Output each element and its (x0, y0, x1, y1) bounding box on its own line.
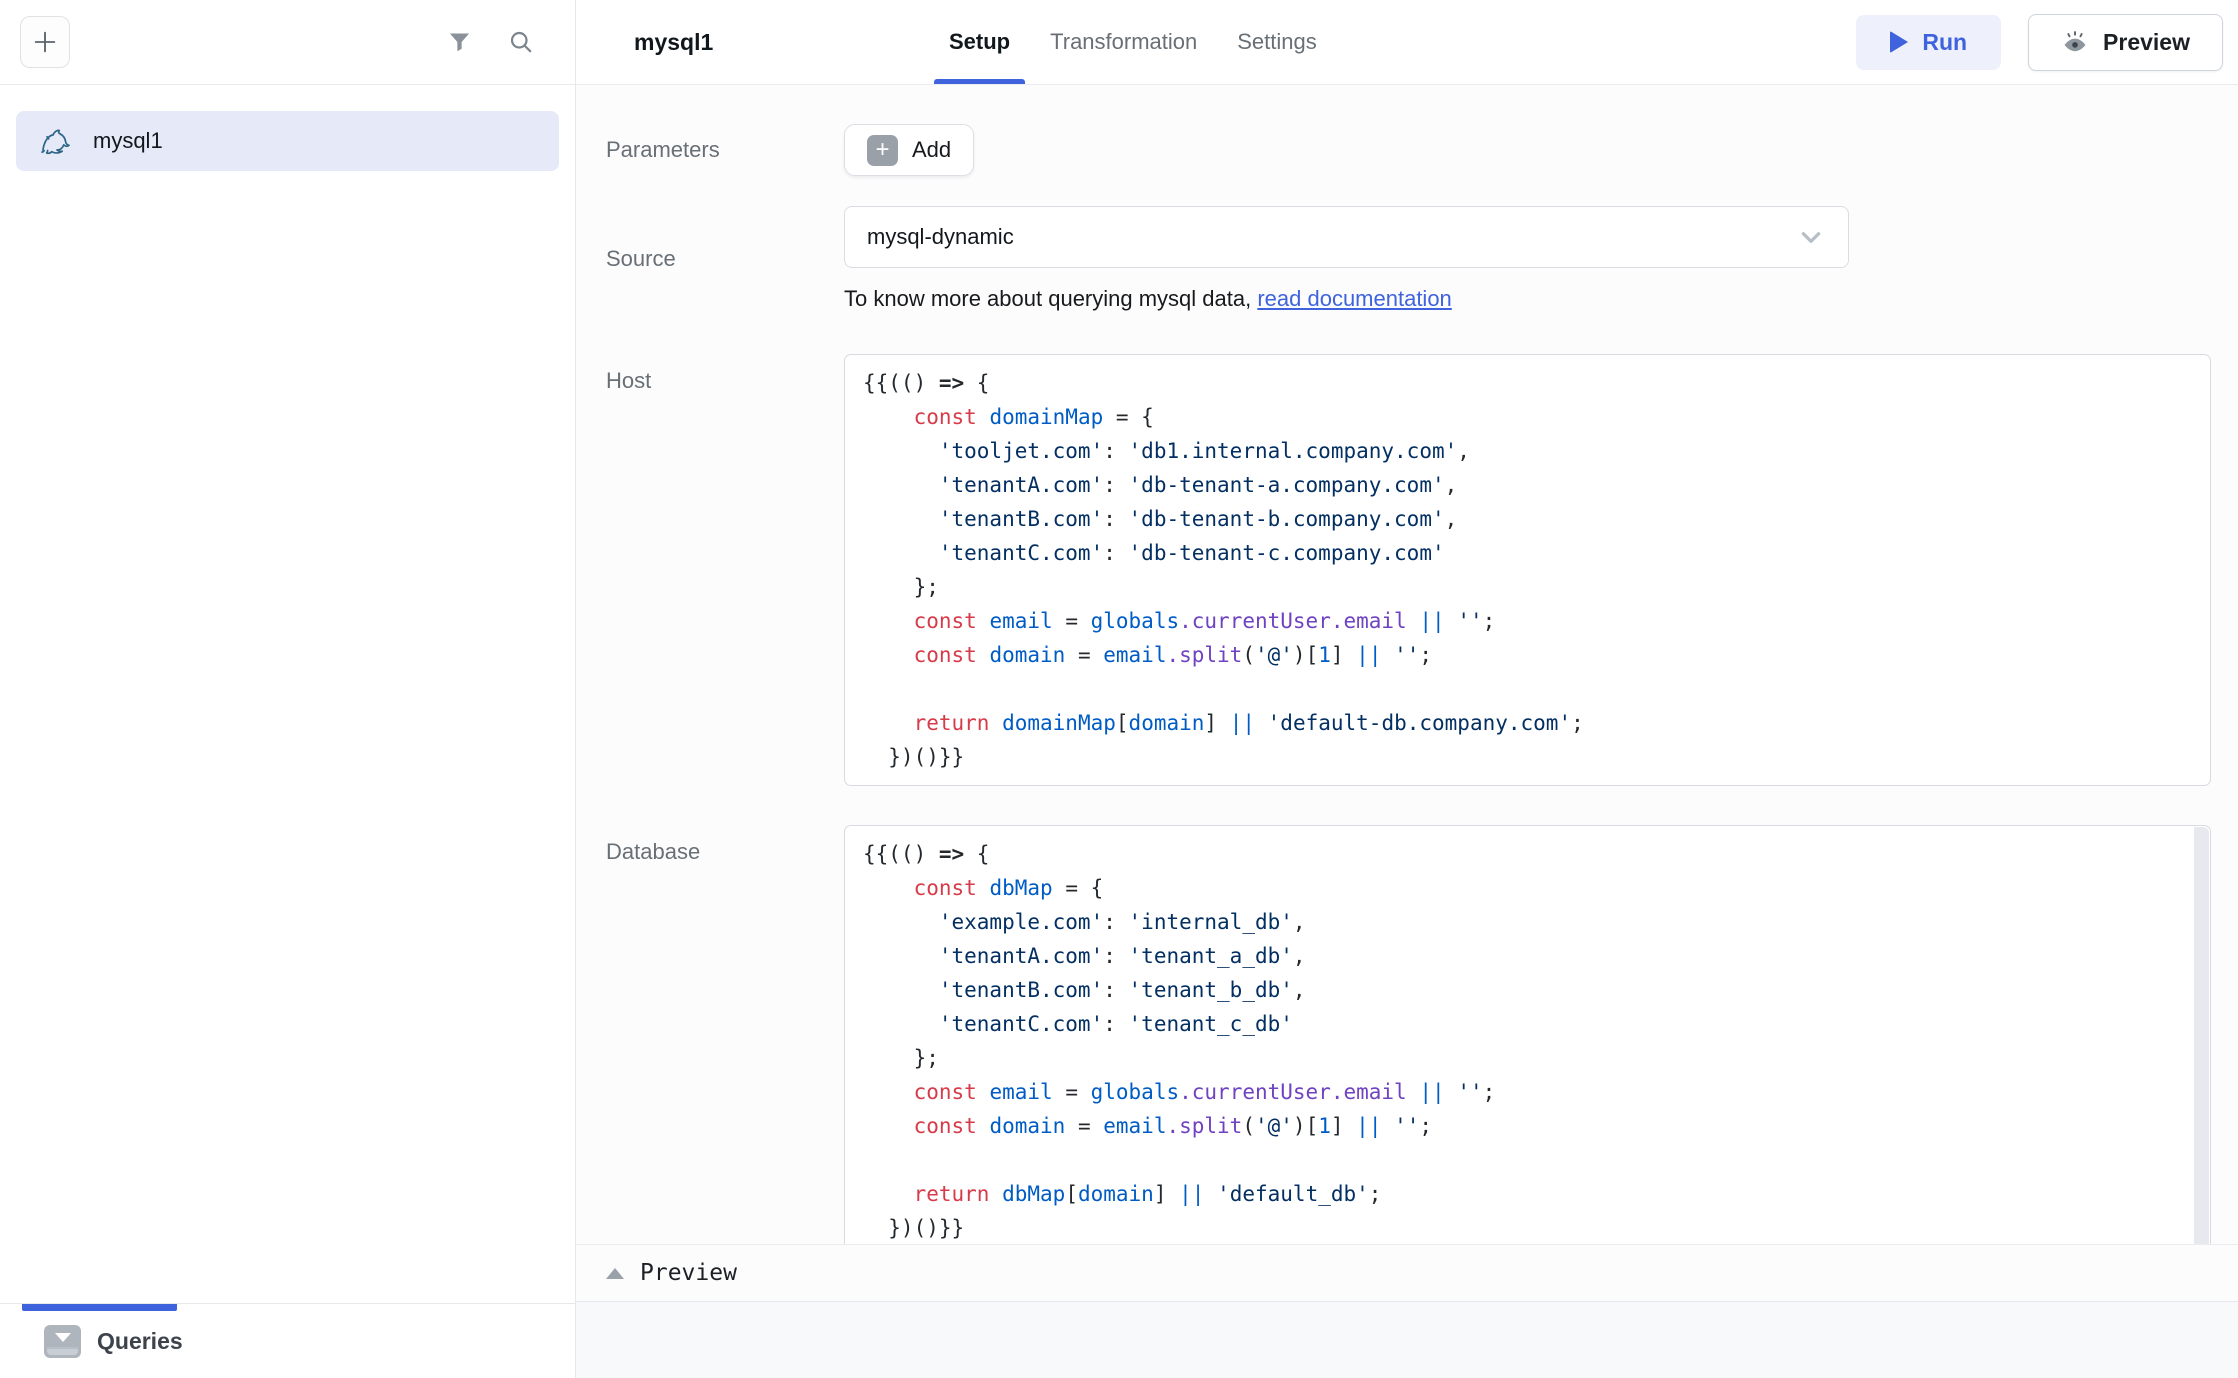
tab-setup[interactable]: Setup (934, 0, 1025, 84)
preview-button[interactable]: Preview (2028, 14, 2223, 71)
queries-panel-icon (44, 1325, 81, 1358)
plus-icon (31, 28, 59, 56)
preview-section-label: Preview (640, 1260, 737, 1286)
database-code-editor[interactable]: {{(() => { const dbMap = { 'example.com'… (844, 825, 2211, 1244)
query-editor-panel: mysql1 Setup Transformation Settings Run (576, 0, 2238, 1378)
chevron-up-icon (606, 1268, 624, 1279)
source-select-value: mysql-dynamic (867, 224, 1014, 250)
parameters-label: Parameters (606, 137, 844, 163)
panel-footer: Queries (0, 1303, 575, 1378)
query-list-item-mysql1[interactable]: mysql1 (16, 111, 559, 171)
mysql-dolphin-icon (38, 123, 75, 160)
setup-form: Parameters + Add Source mysql-dynamic (576, 85, 2238, 1244)
host-row: Host {{(() => { const domainMap = { 'too… (606, 354, 2210, 786)
query-editor-header: mysql1 Setup Transformation Settings Run (576, 0, 2238, 85)
host-label: Host (606, 354, 844, 394)
queries-panel-toggle[interactable]: Queries (44, 1325, 183, 1358)
database-row: Database {{(() => { const dbMap = { 'exa… (606, 825, 2210, 1244)
source-label: Source (606, 246, 844, 272)
run-button[interactable]: Run (1856, 15, 2001, 70)
plus-icon: + (867, 135, 898, 166)
search-icon[interactable] (501, 22, 541, 62)
header-actions: Run Preview (1856, 14, 2223, 71)
source-row: Source mysql-dynamic To know more about … (606, 206, 2210, 312)
tab-transformation[interactable]: Transformation (1035, 0, 1212, 84)
preview-section-body (576, 1302, 2238, 1378)
add-parameter-button[interactable]: + Add (844, 124, 974, 176)
query-item-label: mysql1 (93, 128, 163, 154)
chevron-down-icon (1798, 224, 1824, 250)
query-list: mysql1 (0, 85, 575, 1303)
tab-bar: Setup Transformation Settings (934, 0, 1332, 84)
query-sidebar: mysql1 Queries (0, 0, 576, 1378)
query-editor-window: mysql1 Queries mysql1 Setup Transformati… (0, 0, 2238, 1378)
editor-scrollbar[interactable] (2194, 827, 2209, 1244)
tab-settings[interactable]: Settings (1222, 0, 1332, 84)
database-label: Database (606, 825, 844, 865)
queries-panel-label: Queries (97, 1328, 183, 1355)
active-panel-indicator (22, 1304, 177, 1311)
query-title: mysql1 (634, 29, 934, 56)
source-help-text: To know more about querying mysql data, … (844, 286, 2210, 312)
play-icon (1890, 31, 1908, 53)
source-select[interactable]: mysql-dynamic (844, 206, 1849, 268)
preview-section-header[interactable]: Preview (576, 1244, 2238, 1302)
read-documentation-link[interactable]: read documentation (1257, 286, 1451, 311)
parameters-row: Parameters + Add (606, 124, 2210, 176)
sidebar-toolbar (0, 0, 575, 85)
add-query-button[interactable] (20, 16, 70, 68)
filter-icon[interactable] (440, 23, 479, 62)
host-code-editor[interactable]: {{(() => { const domainMap = { 'tooljet.… (844, 354, 2211, 786)
eye-icon (2061, 28, 2089, 56)
